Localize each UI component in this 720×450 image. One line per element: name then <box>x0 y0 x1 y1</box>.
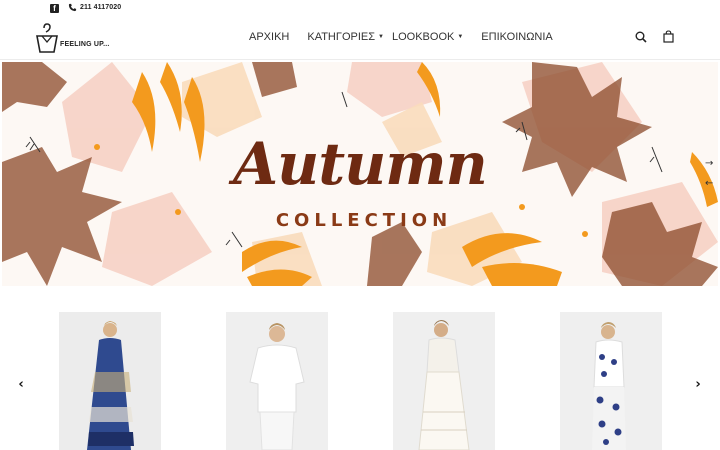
hero-banner[interactable]: Autumn COLLECTION → ← <box>2 62 718 286</box>
hero-subtitle: COLLECTION <box>275 210 453 231</box>
nav-item-lookbook[interactable]: LOOKBOOK ▼ <box>392 31 463 43</box>
product-photo <box>560 312 662 450</box>
carousel-prev-button[interactable]: ‹ <box>15 378 27 392</box>
nav-item-categories[interactable]: ΚΑΤΗΓΟΡΙΕΣ ▼ <box>307 31 384 43</box>
hero-next-arrow[interactable]: → <box>705 159 715 169</box>
phone-contact[interactable]: 211 4117020 <box>68 3 121 12</box>
nav-label: ΕΠΙΚΟΙΝΩΝΙΑ <box>481 31 553 43</box>
brand-logo[interactable]: FEELING UP... <box>34 22 114 56</box>
basket-logo-icon <box>36 23 58 53</box>
top-bar: f 211 4117020 <box>0 0 720 18</box>
phone-icon <box>68 3 77 12</box>
product-carousel: ‹ › <box>0 300 720 450</box>
product-photo <box>226 312 328 450</box>
product-photo <box>59 312 161 450</box>
shopping-bag-icon[interactable] <box>663 30 674 43</box>
product-card[interactable] <box>560 312 662 450</box>
product-card[interactable] <box>59 312 161 450</box>
nav-label: ΚΑΤΗΓΟΡΙΕΣ <box>307 31 376 43</box>
phone-number: 211 4117020 <box>80 4 122 11</box>
product-card[interactable] <box>393 312 495 450</box>
hero-prev-arrow[interactable]: ← <box>705 179 715 189</box>
main-nav: ΑΡΧΙΚΗ ΚΑΤΗΓΟΡΙΕΣ ▼ LOOKBOOK ▼ ΕΠΙΚΟΙΝΩΝ… <box>249 30 553 44</box>
site-header: FEELING UP... ΑΡΧΙΚΗ ΚΑΤΗΓΟΡΙΕΣ ▼ LOOKBO… <box>0 18 720 60</box>
hero-title: Autumn <box>233 130 488 198</box>
carousel-next-button[interactable]: › <box>692 378 704 392</box>
product-photo <box>393 312 495 450</box>
facebook-icon[interactable]: f <box>50 4 59 13</box>
search-icon[interactable] <box>635 31 647 43</box>
caret-down-icon: ▼ <box>457 34 464 40</box>
nav-label: ΑΡΧΙΚΗ <box>249 31 290 43</box>
product-card[interactable] <box>226 312 328 450</box>
nav-item-home[interactable]: ΑΡΧΙΚΗ <box>249 31 289 43</box>
nav-label: LOOKBOOK <box>391 31 455 43</box>
logo-text: FEELING UP... <box>60 41 110 48</box>
caret-down-icon: ▼ <box>378 34 384 40</box>
nav-item-contact[interactable]: ΕΠΙΚΟΙΝΩΝΙΑ <box>481 31 552 43</box>
